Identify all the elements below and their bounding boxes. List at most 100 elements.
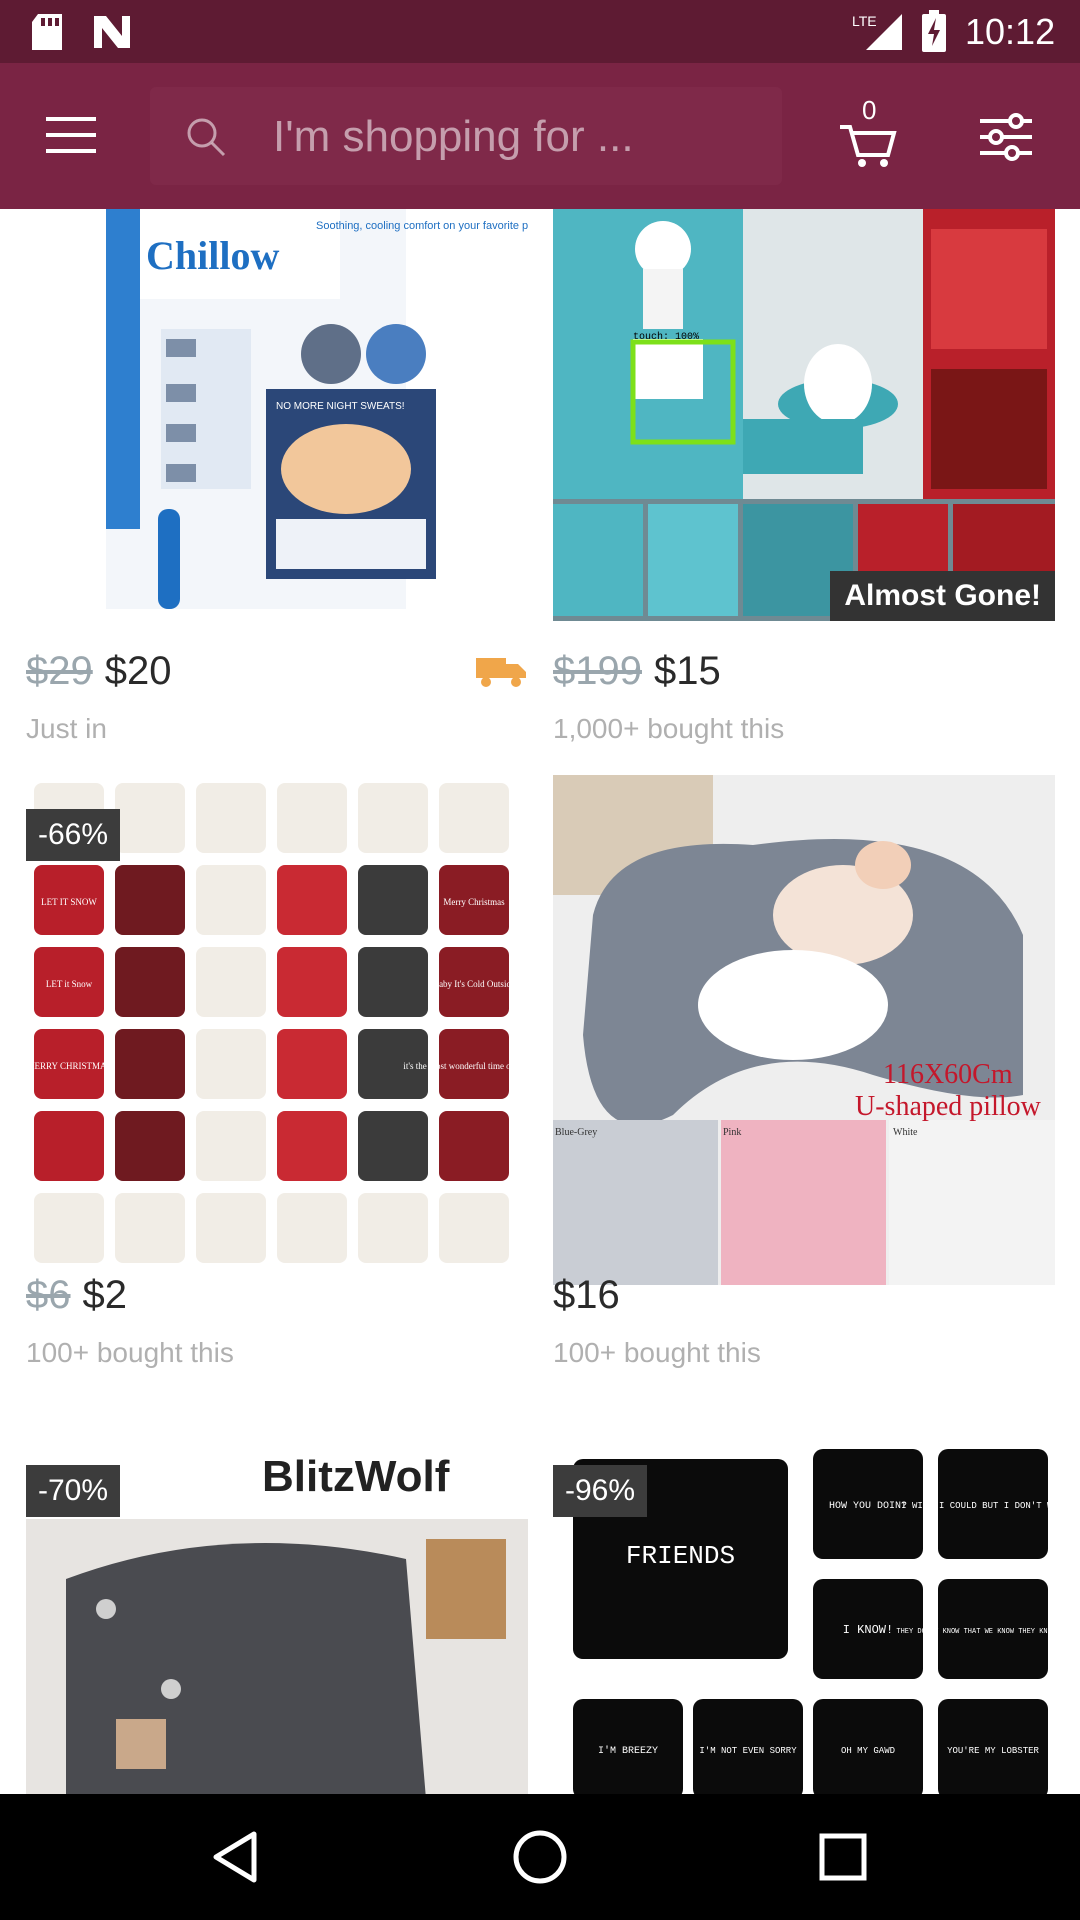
pillow-tile [196,1193,266,1263]
pillow-tile [115,1193,185,1263]
pillow-tile [115,947,185,1017]
pillow-tile [277,1111,347,1181]
original-price: $199 [553,649,642,693]
pillow-tile [115,1111,185,1181]
svg-text:BlitzWolf: BlitzWolf [262,1452,450,1501]
product-card[interactable]: FRIENDS HOW YOU DOIN? I WISH I COULD BUT I… [553,1439,1055,1794]
discount-badge: -66% [26,809,121,861]
home-icon[interactable] [507,1824,573,1890]
price-row: $29 $20 [26,647,172,695]
svg-text:116X60Cm: 116X60Cm [883,1059,1013,1090]
cart-button[interactable]: 0 [838,95,898,169]
pillow-tile [196,865,266,935]
search-input[interactable]: I'm shopping for ... [150,87,782,185]
hamburger-menu-icon[interactable] [46,115,98,155]
pillow-label: LET IT SNOW [41,897,97,907]
product-card[interactable]: Chillow Soothing, cooling comfort on you… [26,209,528,749]
pillow-label: FRIENDS [626,1541,735,1571]
truck-icon [476,658,526,687]
pillow-label: LET it Snow [46,979,93,989]
pillow-tile [34,1193,104,1263]
svg-text:White: White [893,1127,918,1138]
cart-icon [840,125,897,167]
product-card[interactable]: touch: 100% Almost Gone! $199 $15 1,000+ … [553,209,1055,749]
product-image: touch: 100% Almost Gone! [553,209,1055,621]
status-bar: LTE 10:12 [0,0,1080,63]
svg-text:LTE: LTE [852,13,877,29]
product-card[interactable]: LET IT SNOW Merry Christmas LET it Snow Bab… [26,775,528,1368]
svg-text:Blue-Grey: Blue-Grey [555,1127,597,1138]
svg-text:NO MORE NIGHT SWEATS!: NO MORE NIGHT SWEATS! [276,401,405,412]
filter-sliders-icon[interactable] [980,113,1032,161]
notification-icon [94,16,130,48]
pillow-tile [439,1111,509,1181]
original-price: $29 [26,649,93,693]
product-image: 116X60Cm U-shaped pillow Blue-Grey Pink … [553,775,1055,1285]
product-image: Chillow Soothing, cooling comfort on you… [26,209,528,609]
sale-price: $15 [653,649,721,693]
pillow-tile [196,947,266,1017]
discount-badge: -96% [553,1465,648,1517]
pillow-label: Baby It's Cold Outside [433,979,515,989]
product-subtitle: 100+ bought this [553,1337,761,1368]
svg-text:Pink: Pink [723,1127,741,1138]
product-image: BlitzWolf -70% [26,1439,528,1794]
pillow-label: I WISH I COULD BUT I DON'T WANT TO [901,1501,1055,1511]
pillow-tile [439,1193,509,1263]
lte-signal-icon: LTE [852,13,902,50]
product-card[interactable]: BlitzWolf -70% [26,1439,528,1794]
pillow-tile [277,1029,347,1099]
pillow-tile [277,865,347,935]
discount-badge: -70% [26,1465,121,1517]
system-nav-bar [0,1794,1080,1920]
price-row: $199 $15 [553,647,721,695]
pillow-tile [115,865,185,935]
pillow-label: YOU'RE MY LOBSTER [947,1746,1039,1756]
pillow-label: Merry Christmas [443,897,505,907]
pillow-tile [358,947,428,1017]
product-subtitle: Just in [26,713,107,744]
pillow-label: it's the most wonderful time of the year [403,1061,528,1071]
pillow-tile [439,783,509,853]
svg-text:Soothing, cooling comfort on y: Soothing, cooling comfort on your favori… [316,220,528,232]
pillow-label: THEY DON'T KNOW THAT WE KNOW THEY KNOW W… [896,1628,1055,1636]
product-card[interactable]: 116X60Cm U-shaped pillow Blue-Grey Pink … [553,775,1055,1368]
sd-card-icon [32,14,62,50]
svg-text:Chillow: Chillow [146,233,279,278]
pillow-label: HOW YOU DOIN? [829,1501,907,1512]
back-icon[interactable] [204,1824,270,1890]
pillow-tile [358,865,428,935]
pillow-tile [358,1193,428,1263]
recents-icon[interactable] [810,1824,876,1890]
price-row: $6 $2 [26,1271,127,1319]
pillow-label: I'M BREEZY [598,1745,658,1757]
pillow-tile [358,1111,428,1181]
original-price: $6 [26,1273,71,1317]
pillow-tile [277,947,347,1017]
search-icon [187,118,226,157]
pillow-tile [196,1029,266,1099]
product-image: FRIENDS HOW YOU DOIN? I WISH I COULD BUT I… [553,1439,1055,1794]
pillow-tile [115,1029,185,1099]
sale-price: $20 [104,649,172,693]
pillow-label: I KNOW! [843,1623,893,1637]
search-placeholder: I'm shopping for ... [273,112,634,161]
almost-gone-tag: Almost Gone! [830,571,1055,621]
pillow-label: I'M NOT EVEN SORRY [699,1746,797,1756]
pillow-tile [196,783,266,853]
pillow-tile [277,1193,347,1263]
pillow-tile [358,783,428,853]
sale-price: $16 [553,1273,620,1317]
svg-text:U-shaped pillow: U-shaped pillow [855,1091,1042,1122]
pillow-tile [277,783,347,853]
pillow-label: MERRY CHRISTMAS [27,1061,112,1071]
product-grid: Chillow Soothing, cooling comfort on you… [0,209,1080,1794]
clock: 10:12 [965,11,1056,52]
product-image: LET IT SNOW Merry Christmas LET it Snow Bab… [26,775,528,1265]
pillow-label: OH MY GAWD [841,1746,895,1756]
product-subtitle: 100+ bought this [26,1337,234,1368]
product-subtitle: 1,000+ bought this [553,713,785,744]
sale-price: $2 [82,1273,128,1317]
pillow-tile [196,1111,266,1181]
app-toolbar: I'm shopping for ... 0 [0,63,1080,209]
